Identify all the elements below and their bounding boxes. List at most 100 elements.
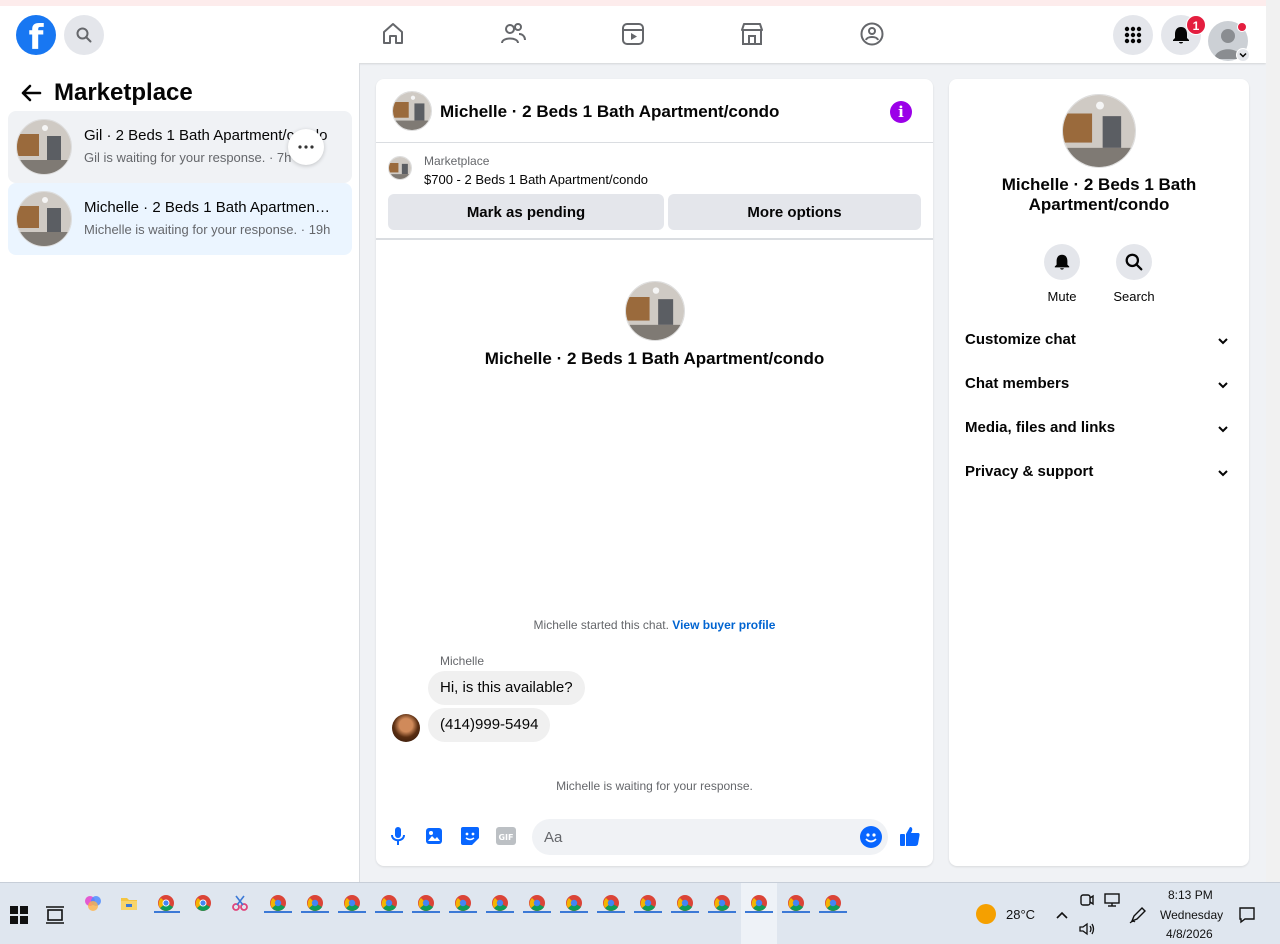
chevron-down-icon <box>1215 465 1231 481</box>
info-listing-thumbnail <box>1062 94 1136 168</box>
like-button[interactable] <box>899 825 921 847</box>
sticker-button[interactable] <box>459 825 481 847</box>
chevron-down-icon <box>1239 52 1247 58</box>
clock-time[interactable]: 8:13 PM <box>1168 888 1213 902</box>
taskbar-app-snipping-tool[interactable] <box>228 891 252 915</box>
message-bubble[interactable]: Hi, is this available? <box>428 671 585 705</box>
start-button[interactable] <box>7 903 31 927</box>
mark-as-pending-button[interactable]: Mark as pending <box>388 194 664 230</box>
conversation-item-gil[interactable]: Gil · 2 Beds 1 Bath Apartment/condo Gil … <box>8 111 352 183</box>
search-icon <box>1125 253 1143 271</box>
accordion-media-files-links[interactable]: Media, files and links <box>949 407 1249 451</box>
mute-button[interactable] <box>1044 244 1080 280</box>
chrome-profile-icon <box>788 895 804 911</box>
sender-avatar[interactable] <box>392 714 420 742</box>
accordion-customize-chat[interactable]: Customize chat <box>949 319 1249 363</box>
task-view-button[interactable] <box>43 903 67 927</box>
chrome-profile-icon <box>566 895 582 911</box>
conversation-item-michelle[interactable]: Michelle · 2 Beds 1 Bath Apartment/condo… <box>8 183 352 255</box>
active-app-indicator <box>819 911 847 913</box>
chrome-profile-icon <box>640 895 656 911</box>
nav-video[interactable] <box>619 20 647 48</box>
listing-small-thumbnail[interactable] <box>388 156 412 180</box>
menu-button[interactable] <box>1113 15 1153 55</box>
taskbar-app-file-explorer[interactable] <box>117 891 141 915</box>
sender-name: Michelle <box>440 654 485 668</box>
chrome-profile-icon <box>529 895 545 911</box>
search-label: Search <box>1113 289 1155 304</box>
search-button[interactable] <box>64 15 104 55</box>
conversation-more-button[interactable] <box>288 129 324 165</box>
home-icon <box>383 23 403 44</box>
conversation-sidebar: Marketplace Gil · 2 Beds 1 Bath Apartmen… <box>0 63 360 882</box>
pen-menu-button[interactable] <box>1126 903 1150 927</box>
network-button[interactable] <box>1100 888 1124 912</box>
chat-listing-thumbnail[interactable] <box>392 91 432 131</box>
more-options-button[interactable]: More options <box>668 194 921 230</box>
info-icon[interactable]: i <box>890 101 912 123</box>
clock-day[interactable]: Wednesday <box>1160 908 1223 922</box>
volume-button[interactable] <box>1075 917 1099 941</box>
search-in-chat-button[interactable] <box>1116 244 1152 280</box>
chrome-profile-icon <box>344 895 360 911</box>
message-bubble[interactable]: (414)999-5494 <box>428 708 551 742</box>
accordion-label: Media, files and links <box>965 419 1116 436</box>
chevron-up-icon <box>1056 911 1068 919</box>
weather-sun-icon[interactable] <box>976 904 996 924</box>
chrome-profile-icon <box>714 895 730 911</box>
chrome-icon <box>158 895 174 911</box>
video-icon <box>622 23 644 45</box>
mute-label: Mute <box>1047 289 1077 304</box>
nav-home[interactable] <box>379 20 407 48</box>
sticker-icon <box>461 827 479 845</box>
conversation-title: Michelle · 2 Beds 1 Bath Apartment/condo <box>84 199 334 216</box>
active-app-indicator <box>597 911 625 913</box>
taskbar-app-copilot[interactable] <box>81 891 105 915</box>
smiley-icon <box>865 833 877 843</box>
thumbs-up-icon <box>900 827 920 846</box>
accordion-chat-members[interactable]: Chat members <box>949 363 1249 407</box>
chat-bubble-icon <box>1239 907 1255 924</box>
chat-info-panel: Michelle · 2 Beds 1 Bath Apartment/condo… <box>949 79 1249 866</box>
search-action[interactable]: Search <box>1104 244 1164 304</box>
gif-icon: GIF <box>496 827 516 845</box>
nav-marketplace[interactable] <box>738 20 766 48</box>
page-scrollbar[interactable] <box>1266 0 1280 882</box>
notification-center-button[interactable] <box>1235 903 1259 927</box>
active-app-indicator <box>634 911 662 913</box>
show-hidden-icons-button[interactable] <box>1050 903 1074 927</box>
account-menu-chevron[interactable] <box>1236 48 1250 62</box>
taskbar-app-chrome[interactable] <box>191 891 215 915</box>
message-input[interactable] <box>532 819 888 855</box>
chrome-profile-icon <box>492 895 508 911</box>
attach-photo-button[interactable] <box>423 825 445 847</box>
listing-summary: Marketplace $700 - 2 Beds 1 Bath Apartme… <box>376 144 933 240</box>
meet-now-button[interactable] <box>1075 888 1099 912</box>
chat-title[interactable]: Michelle · 2 Beds 1 Bath Apartment/condo <box>440 102 779 122</box>
view-buyer-profile-link[interactable]: View buyer profile <box>672 618 775 632</box>
accordion-privacy-support[interactable]: Privacy & support <box>949 451 1249 495</box>
listing-price-title[interactable]: $700 - 2 Beds 1 Bath Apartment/condo <box>424 172 648 187</box>
accordion-label: Customize chat <box>965 331 1076 348</box>
voice-clip-button[interactable] <box>387 825 409 847</box>
mute-action[interactable]: Mute <box>1032 244 1092 304</box>
sidebar-title: Marketplace <box>54 79 193 106</box>
active-app-indicator <box>708 911 736 913</box>
back-arrow-icon[interactable] <box>20 82 42 104</box>
info-title: Michelle · 2 Beds 1 Bath Apartment/condo <box>1001 175 1197 214</box>
nav-friends[interactable] <box>499 20 527 48</box>
active-app-indicator <box>486 911 514 913</box>
sidebar-header: Marketplace <box>20 79 193 107</box>
gif-button[interactable]: GIF <box>495 825 517 847</box>
clock-date[interactable]: 4/8/2026 <box>1166 927 1213 941</box>
more-horizontal-icon <box>298 145 314 149</box>
chrome-profile-icon <box>455 895 471 911</box>
facebook-logo-icon[interactable]: f <box>16 15 56 55</box>
chat-panel: Michelle · 2 Beds 1 Bath Apartment/condo… <box>376 79 933 866</box>
nav-groups[interactable] <box>858 20 886 48</box>
bell-icon <box>1054 254 1070 270</box>
monitor-network-icon <box>1104 893 1120 907</box>
emoji-button[interactable] <box>860 826 882 848</box>
intro-title: Michelle · 2 Beds 1 Bath Apartment/condo <box>484 349 825 368</box>
weather-temperature[interactable]: 28°C <box>1006 907 1035 922</box>
